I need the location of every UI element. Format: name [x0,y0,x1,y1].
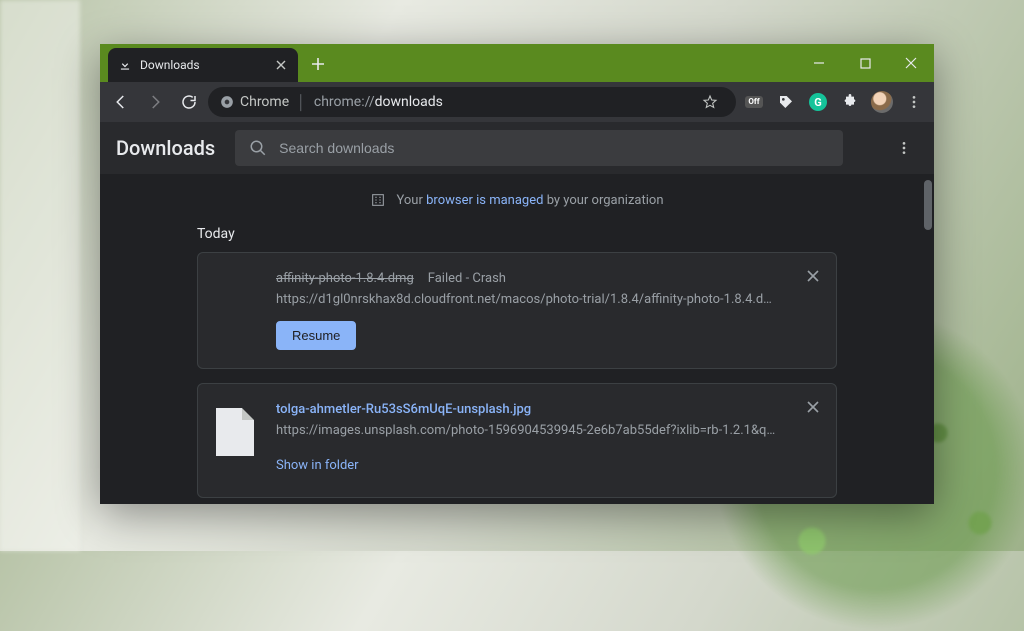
resume-button[interactable]: Resume [276,321,356,350]
download-source: https://d1gl0nrskhax8d.cloudfront.net/ma… [276,292,818,307]
reload-button[interactable] [174,87,204,117]
tab-title: Downloads [140,58,266,72]
download-icon [118,58,132,72]
omnibox-separator: │ [297,94,306,111]
download-filename[interactable]: tolga-ahmetler-Ru53sS6mUqE-unsplash.jpg [276,402,531,417]
chrome-chip: Chrome [220,94,289,110]
scrollbar-thumb[interactable] [924,180,932,230]
minimize-button[interactable] [796,44,842,82]
browser-window: Downloads [100,44,934,504]
section-today-label: Today [197,226,837,242]
browser-tab[interactable]: Downloads [108,48,298,82]
remove-download-button[interactable] [802,265,824,287]
downloads-menu-button[interactable] [890,134,918,162]
profile-avatar[interactable] [868,88,896,116]
extension-tag-icon[interactable] [772,88,800,116]
extension-off-badge[interactable]: Off [740,88,768,116]
managed-prefix: Your [396,193,422,208]
file-icon [216,408,254,456]
download-source: https://images.unsplash.com/photo-159690… [276,423,818,438]
new-tab-button[interactable] [304,50,332,78]
downloads-header: Downloads [100,122,934,174]
address-bar[interactable]: Chrome │ chrome://downloads [208,87,736,117]
close-window-button[interactable] [888,44,934,82]
avatar-icon [871,91,893,113]
download-item: tolga-ahmetler-Ru53sS6mUqE-unsplash.jpg … [197,383,837,498]
browser-toolbar: Chrome │ chrome://downloads Off G [100,82,934,122]
downloads-content: Your browser is managed by your organiza… [100,174,934,504]
download-status: Failed - Crash [428,271,506,286]
managed-banner: Your browser is managed by your organiza… [197,188,837,226]
search-input[interactable] [279,140,829,156]
window-titlebar: Downloads [100,44,934,82]
download-item: affinity-photo-1.8.4.dmg Failed - Crash … [197,252,837,369]
chrome-icon [220,95,234,109]
url-text: chrome://downloads [314,94,443,110]
bookmark-star-icon[interactable] [696,88,724,116]
managed-link[interactable]: browser is managed [426,193,543,208]
download-filename: affinity-photo-1.8.4.dmg [276,271,414,286]
browser-menu-button[interactable] [900,88,928,116]
search-box[interactable] [235,130,843,166]
building-icon [370,192,386,208]
search-icon [249,139,267,157]
extension-grammarly-icon[interactable]: G [804,88,832,116]
wallpaper-bar [0,0,80,551]
chrome-label: Chrome [240,94,289,110]
back-button[interactable] [106,87,136,117]
maximize-button[interactable] [842,44,888,82]
extensions-puzzle-icon[interactable] [836,88,864,116]
page-title: Downloads [116,136,215,160]
window-controls [796,44,934,82]
managed-suffix: by your organization [547,193,664,208]
forward-button[interactable] [140,87,170,117]
show-in-folder-link[interactable]: Show in folder [276,452,359,479]
tab-close-button[interactable] [274,58,288,72]
remove-download-button[interactable] [802,396,824,418]
